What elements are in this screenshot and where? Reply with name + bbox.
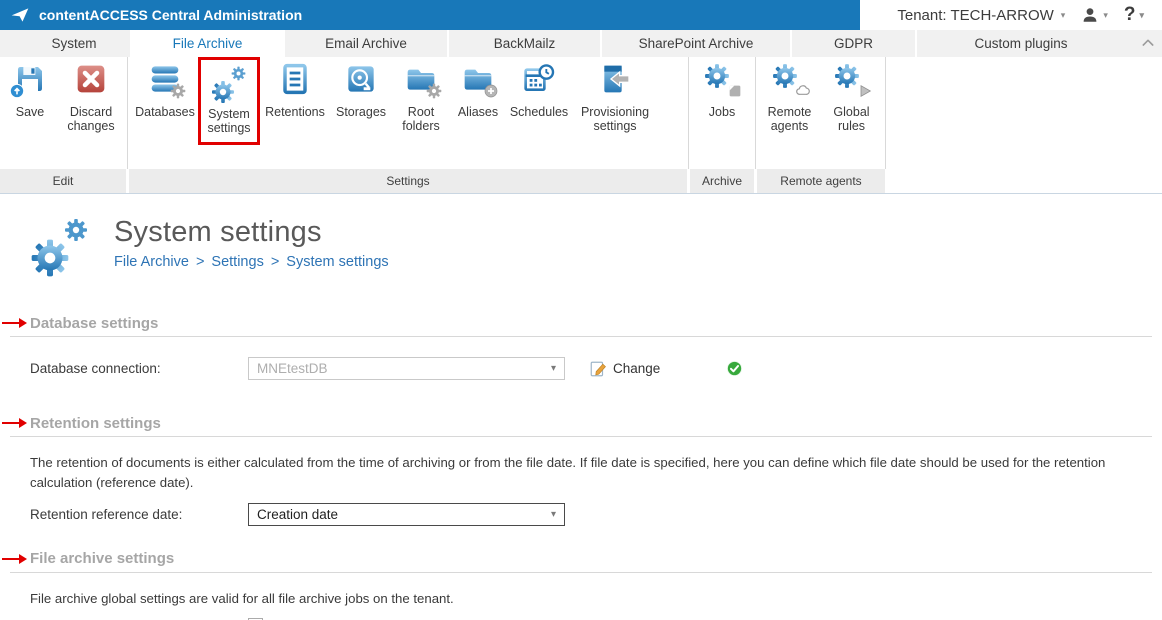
file-archive-settings-heading: File archive settings: [30, 550, 175, 568]
breadcrumb-separator: >: [270, 254, 280, 270]
file-archive-settings-section-header: File archive settings: [0, 550, 1162, 568]
page-title: System settings: [114, 216, 322, 248]
root-folders-icon: [403, 63, 439, 105]
section-pointer-icon: [2, 418, 27, 428]
save-icon: [12, 63, 48, 105]
tab-sharepoint-archive[interactable]: SharePoint Archive: [600, 30, 790, 57]
chevron-down-icon: ▾: [550, 508, 556, 520]
change-button[interactable]: Change: [589, 360, 660, 378]
schedules-button[interactable]: Schedules: [506, 61, 572, 119]
tab-backmailz[interactable]: BackMailz: [447, 30, 600, 57]
title-bar: contentACCESS Central Administration Ten…: [0, 0, 1162, 30]
retentions-button[interactable]: Retentions: [260, 61, 330, 119]
system-settings-button[interactable]: System settings: [198, 57, 260, 145]
save-button[interactable]: Save: [4, 61, 56, 119]
paper-plane-icon: [10, 5, 30, 25]
system-settings-icon: [211, 65, 247, 107]
database-connection-value: MNEtestDB: [257, 361, 328, 376]
ribbon-group-labels: Edit Settings Archive Remote agents: [0, 169, 1162, 193]
chevron-down-icon: ▾: [550, 363, 556, 374]
change-button-label: Change: [613, 361, 661, 376]
page-header: System settings File Archive > Settings …: [30, 216, 1162, 280]
database-settings-section-header: Database settings: [0, 314, 1162, 332]
tab-file-archive[interactable]: File Archive: [130, 30, 283, 57]
retention-settings-section-header: Retention settings: [0, 414, 1162, 432]
retention-reference-dropdown[interactable]: Creation date ▾: [248, 502, 565, 526]
retention-reference-label: Retention reference date:: [30, 506, 183, 522]
tab-email-archive[interactable]: Email Archive: [283, 30, 447, 57]
aliases-button[interactable]: Aliases: [450, 61, 506, 119]
retentions-icon: [277, 63, 313, 105]
main-tab-bar: System File Archive Email Archive BackMa…: [0, 30, 1162, 57]
database-connection-row: Database connection: MNEtestDB ▾ Change: [30, 357, 1162, 380]
storages-button[interactable]: Storages: [330, 61, 392, 119]
retention-reference-value: Creation date: [257, 506, 339, 522]
ribbon-group-archive: Jobs: [689, 57, 756, 169]
edit-pencil-icon: [589, 360, 607, 378]
group-label-settings: Settings: [129, 169, 687, 193]
chevron-down-icon: ▾: [1139, 9, 1144, 20]
remote-agents-button[interactable]: Remote agents: [759, 61, 821, 134]
ribbon-spacer: [886, 57, 1162, 169]
databases-button[interactable]: Databases: [132, 61, 198, 119]
user-menu-button[interactable]: ▾: [1081, 6, 1108, 24]
collapse-ribbon-icon[interactable]: [1140, 35, 1156, 51]
provisioning-settings-icon: [597, 63, 633, 105]
system-settings-page-icon: [30, 216, 90, 280]
chevron-down-icon: ▾: [1103, 9, 1108, 20]
breadcrumb-file-archive[interactable]: File Archive: [114, 254, 189, 270]
provisioning-settings-button[interactable]: Provisioning settings: [572, 61, 658, 134]
breadcrumb-system-settings[interactable]: System settings: [286, 254, 388, 270]
group-label-archive: Archive: [690, 169, 754, 193]
databases-icon: [147, 63, 183, 105]
tab-custom-plugins[interactable]: Custom plugins: [915, 30, 1125, 57]
database-settings-heading: Database settings: [30, 314, 159, 332]
database-connection-label: Database connection:: [30, 361, 161, 376]
file-archive-description: File archive global settings are valid f…: [30, 590, 454, 606]
section-pointer-icon: [2, 318, 27, 328]
ribbon: Save Discard changes Databases System se…: [0, 57, 1162, 194]
ribbon-group-settings: Databases System settings Retentions Sto…: [128, 57, 689, 169]
storages-icon: [343, 63, 379, 105]
help-icon: ?: [1123, 4, 1136, 25]
discard-changes-button[interactable]: Discard changes: [56, 61, 126, 134]
retention-reference-row: Retention reference date: Creation date …: [30, 502, 1162, 526]
help-menu-button[interactable]: ? ▾: [1124, 4, 1144, 26]
group-label-remote-agents: Remote agents: [757, 169, 885, 193]
app-title: contentACCESS Central Administration: [39, 7, 303, 23]
chevron-down-icon: ▾: [1060, 9, 1066, 20]
jobs-button[interactable]: Jobs: [691, 61, 753, 119]
retention-settings-heading: Retention settings: [30, 414, 161, 432]
group-label-edit: Edit: [0, 169, 126, 193]
user-icon: [1081, 6, 1099, 24]
breadcrumb: File Archive > Settings > System setting…: [114, 254, 389, 270]
section-divider: [10, 571, 1152, 573]
breadcrumb-settings[interactable]: Settings: [211, 254, 263, 270]
section-divider: [10, 336, 1152, 337]
ribbon-group-remote-agents: Remote agents Global rules: [756, 57, 886, 169]
breadcrumb-separator: >: [195, 254, 205, 270]
root-folders-button[interactable]: Root folders: [392, 61, 450, 134]
jobs-icon: [704, 63, 740, 105]
ribbon-group-edit: Save Discard changes: [0, 57, 128, 169]
section-pointer-icon: [2, 553, 27, 564]
aliases-icon: [460, 63, 496, 105]
title-bar-actions: Tenant: TECH-ARROW ▾ ▾ ? ▾: [860, 0, 1162, 30]
tab-gdpr[interactable]: GDPR: [790, 30, 915, 57]
global-rules-button[interactable]: Global rules: [821, 61, 883, 134]
global-rules-icon: [834, 63, 870, 105]
remote-agents-icon: [772, 63, 808, 105]
tenant-selector[interactable]: Tenant: TECH-ARROW ▾: [897, 7, 1065, 24]
tab-system[interactable]: System: [18, 30, 130, 57]
database-connection-dropdown[interactable]: MNEtestDB ▾: [248, 357, 565, 380]
green-check-circle-icon: [726, 360, 743, 377]
retention-description: The retention of documents is either cal…: [30, 455, 1106, 490]
section-divider: [10, 436, 1152, 437]
schedules-icon: [521, 63, 557, 105]
discard-changes-icon: [73, 63, 109, 105]
tenant-label: Tenant: TECH-ARROW: [897, 6, 1054, 24]
title-bar-brand: contentACCESS Central Administration: [0, 0, 860, 30]
